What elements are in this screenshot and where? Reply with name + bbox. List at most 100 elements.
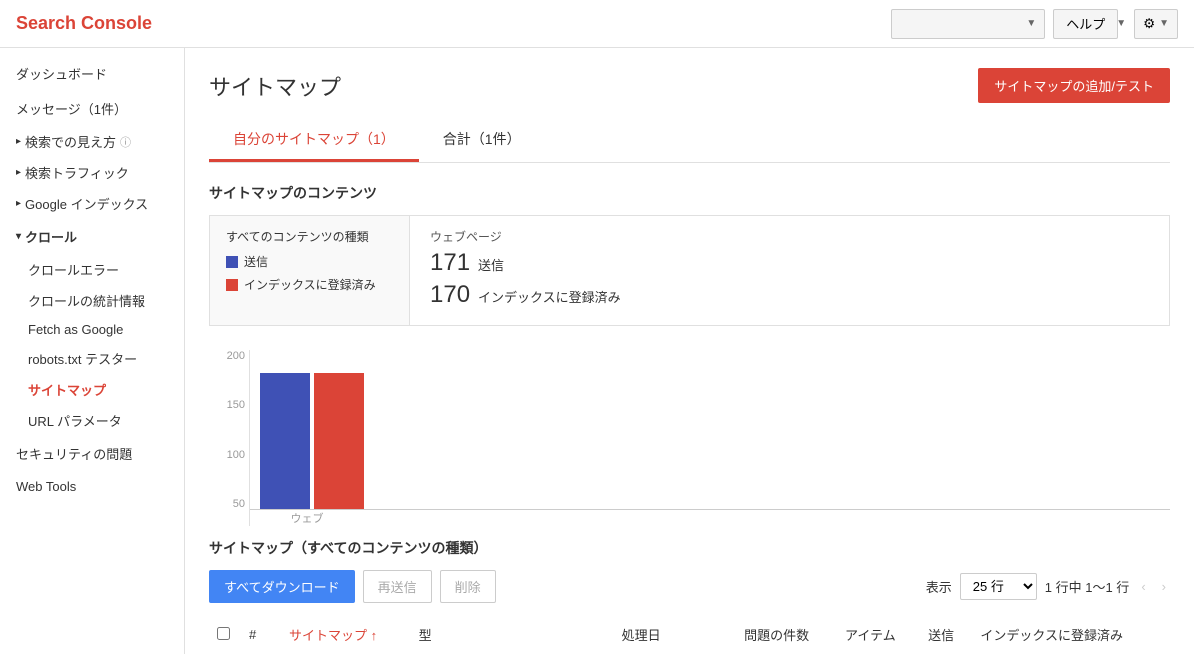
sitemaps-table: # サイトマップ ↑ 型 処理日 問題の件数 アイテム 送信 インデックスに登録… — [209, 615, 1170, 654]
add-sitemap-button[interactable]: サイトマップの追加/テスト — [978, 68, 1170, 103]
show-label: 表示 — [926, 577, 952, 596]
webpage-label: ウェブページ — [430, 228, 1149, 245]
layout: ダッシュボード メッセージ（1件） ▸ 検索での見え方 ⓘ ▸ 検索トラフィック… — [0, 48, 1194, 654]
y-label-50: 50 — [233, 498, 245, 510]
site-selector[interactable]: ▼ — [891, 9, 1045, 39]
table-section: サイトマップ（すべてのコンテンツの種類） すべてダウンロード 再送信 削除 表示… — [209, 538, 1170, 654]
logo: Search Console — [16, 13, 891, 34]
sidebar-item-security[interactable]: セキュリティの問題 — [0, 436, 184, 471]
bar-submitted — [260, 373, 310, 509]
table-header-row: # サイトマップ ↑ 型 処理日 問題の件数 アイテム 送信 インデックスに登録… — [209, 615, 1170, 654]
stat-number-indexed: 170 — [430, 281, 470, 309]
stat-row-indexed: 170 インデックスに登録済み — [430, 281, 1149, 309]
stat-number-submitted: 171 — [430, 249, 470, 277]
help-button[interactable]: ヘルプ — [1053, 9, 1118, 39]
select-all-checkbox[interactable] — [217, 627, 230, 640]
sidebar-item-robots-tester[interactable]: robots.txt テスター — [0, 343, 184, 374]
legend-label-submitted: 送信 — [244, 253, 268, 270]
pagination-text: 1 行中 1〜1 行 — [1045, 577, 1130, 596]
bar-indexed — [314, 373, 364, 509]
rows-select[interactable]: 25 行 50 行 100 行 — [960, 573, 1037, 600]
sidebar-item-crawl-errors[interactable]: クロールエラー — [0, 254, 184, 285]
webpage-stats-panel: ウェブページ 171 送信 170 インデックスに登録済み — [410, 216, 1169, 325]
site-selector-chevron-icon: ▼ — [1026, 18, 1036, 29]
sidebar-item-google-index[interactable]: ▸ Google インデックス — [0, 188, 184, 219]
sidebar-section-label: クロール — [25, 227, 77, 246]
y-label-200: 200 — [227, 350, 245, 362]
sidebar: ダッシュボード メッセージ（1件） ▸ 検索での見え方 ⓘ ▸ 検索トラフィック… — [0, 48, 185, 654]
legend-label-indexed: インデックスに登録済み — [244, 276, 376, 293]
sidebar-item-label: Google インデックス — [25, 194, 148, 213]
col-header-submitted: 送信 — [920, 615, 972, 654]
info-icon: ⓘ — [120, 134, 131, 150]
caret-icon: ▸ — [16, 198, 21, 209]
sidebar-item-dashboard[interactable]: ダッシュボード — [0, 56, 184, 91]
sidebar-item-label: 検索トラフィック — [25, 163, 129, 182]
y-label-150: 150 — [227, 399, 245, 411]
x-label-web: ウェブ — [260, 510, 354, 526]
table-section-title: サイトマップ（すべてのコンテンツの種類） — [209, 538, 1170, 558]
col-header-type: 型 — [411, 615, 614, 654]
header-controls: ▼ ヘルプ ▼ ⚙ ▼ — [891, 9, 1178, 39]
sidebar-item-label: Web Tools — [16, 479, 76, 494]
legend-indexed: インデックスに登録済み — [226, 276, 393, 293]
resubmit-button[interactable]: 再送信 — [363, 570, 432, 603]
sidebar-item-messages[interactable]: メッセージ（1件） — [0, 91, 184, 126]
sidebar-item-label: Fetch as Google — [28, 322, 123, 337]
legend-color-submitted — [226, 256, 238, 268]
delete-button[interactable]: 削除 — [440, 570, 496, 603]
sidebar-item-search-traffic[interactable]: ▸ 検索トラフィック — [0, 157, 184, 188]
main-content: サイトマップ サイトマップの追加/テスト 自分のサイトマップ（1） 合計（1件）… — [185, 48, 1194, 654]
sidebar-item-label: ダッシュボード — [16, 64, 107, 83]
sidebar-item-label: メッセージ（1件） — [16, 99, 127, 118]
col-header-checkbox — [209, 615, 241, 654]
legend-submitted: 送信 — [226, 253, 393, 270]
sitemap-content-panel: すべてのコンテンツの種類 送信 インデックスに登録済み ウェブページ 171 送… — [209, 215, 1170, 326]
page-title: サイトマップ — [209, 70, 341, 102]
legend-color-indexed — [226, 279, 238, 291]
caret-icon: ▸ — [16, 167, 21, 178]
sitemap-content-title: サイトマップのコンテンツ — [209, 183, 1170, 203]
sidebar-item-search-appearance[interactable]: ▸ 検索での見え方 ⓘ — [0, 126, 184, 157]
next-page-button[interactable]: › — [1158, 577, 1170, 596]
sidebar-item-label: クロールエラー — [28, 263, 119, 278]
sidebar-item-web-tools[interactable]: Web Tools — [0, 471, 184, 502]
content-types-panel: すべてのコンテンツの種類 送信 インデックスに登録済み — [210, 216, 410, 325]
download-all-button[interactable]: すべてダウンロード — [209, 570, 355, 603]
caret-icon: ▸ — [16, 136, 21, 147]
help-chevron-icon: ▼ — [1116, 18, 1126, 29]
sidebar-item-fetch-as-google[interactable]: Fetch as Google — [0, 316, 184, 343]
stat-label-submitted: 送信 — [478, 255, 504, 274]
table-toolbar: すべてダウンロード 再送信 削除 表示 25 行 50 行 100 行 1 行中… — [209, 570, 1170, 603]
y-label-100: 100 — [227, 449, 245, 461]
sidebar-item-label: 検索での見え方 — [25, 132, 116, 151]
content-types-label: すべてのコンテンツの種類 — [226, 228, 393, 245]
stat-row-submitted: 171 送信 — [430, 249, 1149, 277]
tab-my-sitemaps[interactable]: 自分のサイトマップ（1） — [209, 119, 419, 162]
col-header-processed-date: 処理日 — [614, 615, 737, 654]
sidebar-item-crawl-stats[interactable]: クロールの統計情報 — [0, 285, 184, 316]
table-pagination: 表示 25 行 50 行 100 行 1 行中 1〜1 行 ‹ › — [926, 573, 1170, 600]
col-header-indexed: インデックスに登録済み — [972, 615, 1170, 654]
settings-button[interactable]: ⚙ ▼ — [1134, 9, 1178, 39]
sidebar-item-url-params[interactable]: URL パラメータ — [0, 405, 184, 436]
col-header-items: アイテム — [837, 615, 920, 654]
col-header-num: # — [241, 615, 281, 654]
col-header-sitemap[interactable]: サイトマップ ↑ — [281, 615, 411, 654]
gear-icon: ⚙ — [1143, 16, 1155, 32]
sidebar-item-sitemaps[interactable]: サイトマップ — [0, 374, 184, 405]
stat-label-indexed: インデックスに登録済み — [478, 287, 621, 306]
sidebar-item-label: URL パラメータ — [28, 414, 122, 429]
sidebar-item-label: robots.txt テスター — [28, 352, 137, 367]
col-sitemap-label: サイトマップ ↑ — [289, 628, 377, 643]
bar-chart: 200 150 100 50 ウェブ — [209, 350, 1170, 530]
tabs: 自分のサイトマップ（1） 合計（1件） — [209, 119, 1170, 163]
page-header: サイトマップ サイトマップの追加/テスト — [209, 68, 1170, 103]
sidebar-item-label: セキュリティの問題 — [16, 444, 132, 463]
header: Search Console ▼ ヘルプ ▼ ⚙ ▼ — [0, 0, 1194, 48]
tab-all[interactable]: 合計（1件） — [419, 119, 545, 162]
sidebar-item-label: クロールの統計情報 — [28, 294, 145, 309]
caret-down-icon: ▾ — [16, 231, 21, 242]
sidebar-section-crawl: ▾ クロール — [0, 219, 184, 254]
prev-page-button[interactable]: ‹ — [1137, 577, 1149, 596]
